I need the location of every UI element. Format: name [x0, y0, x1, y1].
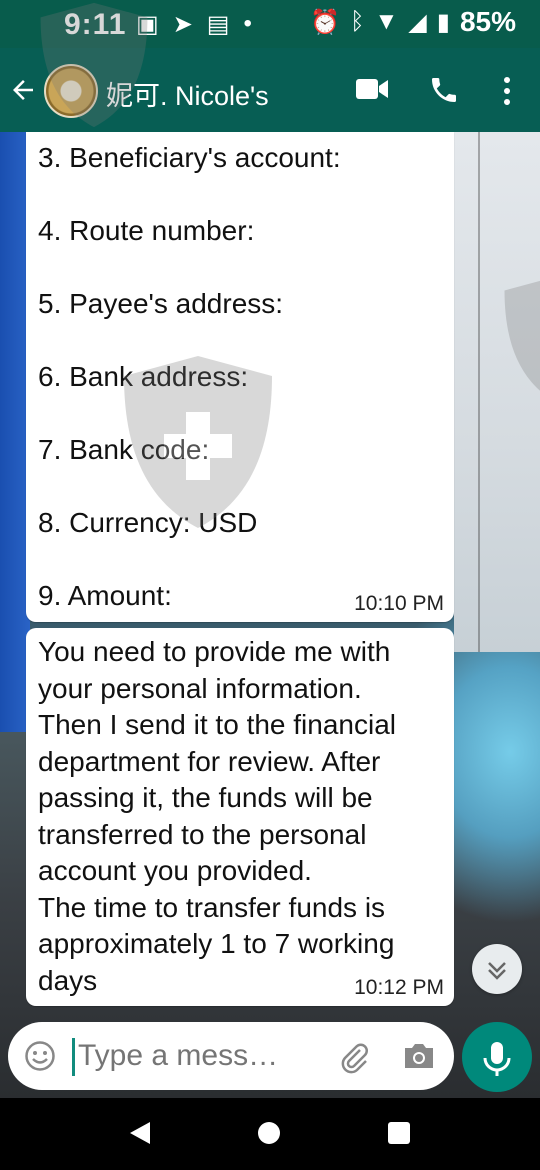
voice-record-button[interactable] [462, 1022, 532, 1092]
message-bubble[interactable]: 3. Beneficiary's account: 4. Route numbe… [26, 132, 454, 622]
message-composer [8, 1022, 454, 1090]
message-line: 8. Currency: USD [38, 507, 258, 538]
double-chevron-down-icon [488, 962, 506, 980]
message-line: 6. Bank address: [38, 361, 249, 392]
microphone-icon [483, 1042, 511, 1076]
message-line: 5. Payee's address: [38, 288, 284, 319]
wifi-icon: ▼ [374, 8, 399, 35]
bluetooth-icon: ᛒ [350, 8, 365, 35]
chat-header: 妮可. Nicole's [0, 48, 540, 132]
battery-percentage: 85% [459, 6, 516, 37]
phone-icon[interactable] [428, 74, 460, 106]
system-icons: ⏰ ᛒ ▼ ◢ ▮ 85% [310, 6, 516, 38]
message-input[interactable] [78, 1036, 318, 1076]
message-icon: ▤ [206, 11, 230, 38]
status-bar: 9:11 ▣ ➤ ▤ • ⏰ ᛒ ▼ ◢ ▮ 85% [0, 0, 540, 48]
contact-avatar[interactable] [44, 64, 98, 118]
signal-icon: ◢ [408, 8, 427, 36]
image-icon: ▣ [136, 11, 159, 38]
status-time: 9:11 [64, 8, 127, 41]
nav-recents-icon[interactable] [388, 1122, 410, 1144]
message-line: 4. Route number: [38, 215, 255, 246]
attachment-icon[interactable] [338, 1040, 370, 1074]
message-timestamp: 10:10 PM [354, 592, 444, 615]
message-line: 3. Beneficiary's account: [38, 142, 341, 173]
back-arrow-icon[interactable] [8, 70, 42, 110]
camera-icon[interactable] [402, 1042, 436, 1070]
alarm-icon: ⏰ [310, 8, 341, 36]
dot-icon: • [243, 10, 252, 37]
video-call-icon[interactable] [356, 78, 388, 100]
emoji-icon[interactable] [24, 1040, 56, 1072]
more-vert-icon[interactable] [496, 76, 518, 106]
message-bubble[interactable]: You need to provide me with your persona… [26, 628, 454, 1006]
notification-icons: ▣ ➤ ▤ • [136, 10, 252, 39]
message-line: 9. Amount: [38, 580, 172, 611]
nav-back-icon[interactable] [128, 1120, 152, 1146]
message-text: You need to provide me with your persona… [38, 636, 396, 996]
battery-icon: ▮ [436, 8, 450, 36]
telegram-icon: ➤ [172, 11, 193, 38]
message-line: 7. Bank code: [38, 434, 210, 465]
message-timestamp: 10:12 PM [354, 976, 444, 999]
system-nav-bar [0, 1098, 540, 1170]
contact-name[interactable]: 妮可. Nicole's [106, 74, 269, 113]
scroll-to-bottom-button[interactable] [472, 944, 522, 994]
nav-home-icon[interactable] [258, 1122, 280, 1144]
text-cursor [72, 1038, 75, 1076]
